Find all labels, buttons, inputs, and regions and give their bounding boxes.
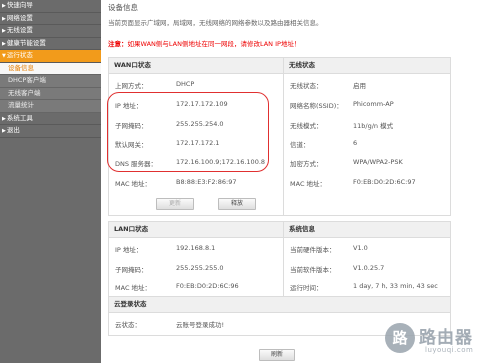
wireless-status-label: 无线状态：	[290, 82, 323, 90]
sidebar-item-label: 健康节能设置	[6, 38, 46, 47]
uptime-value: 1 day, 7 h, 33 min, 43 sec	[353, 282, 438, 290]
hardware-version-value: V1.0	[353, 244, 368, 252]
triangle-down-icon: ▼	[2, 53, 6, 59]
system-panel-title: 系统信息	[284, 222, 450, 238]
lan-subnet-value: 255.255.255.0	[176, 264, 224, 272]
wan-connection-type-label: 上网方式：	[115, 82, 148, 90]
wireless-channel-value: 6	[353, 139, 358, 147]
warning-notice: 注意：如果WAN侧与LAN侧地址在同一网段，请修改LAN IP地址！	[108, 38, 300, 48]
triangle-icon: ▶	[2, 115, 6, 122]
watermark-logo-icon: 路	[385, 323, 415, 353]
wireless-mac-label: MAC 地址：	[290, 180, 327, 188]
wireless-ssid-label: 网络名称(SSID)：	[290, 102, 343, 110]
cloud-status-label: 云状态：	[115, 321, 141, 329]
sidebar-item-label: 无线设置	[6, 26, 33, 34]
wireless-mac-value: F0:EB:D0:2D:6C:97	[353, 178, 416, 186]
software-version-label: 当前软件版本：	[290, 266, 336, 274]
lan-ip-label: IP 地址：	[115, 246, 143, 254]
cloud-panel-title: 云登录状态	[109, 297, 450, 313]
page-description: 当前页面显示广域网，局域网，无线网络的网络参数以及路由器相关信息。	[108, 19, 323, 27]
wireless-status-value: 启用	[353, 82, 366, 90]
sidebar-subitem-wireless-clients[interactable]: 无线客户端	[0, 87, 101, 100]
sidebar-item-status[interactable]: ▼运行状态	[0, 50, 101, 63]
wan-panel-title: WAN口状态	[109, 58, 284, 74]
sidebar-item-label: 系统工具	[6, 113, 33, 122]
system-info-panel: 系统信息 当前硬件版本： V1.0 当前软件版本： V1.0.25.7 运行时间…	[283, 221, 451, 298]
sidebar-item-label: 网络设置	[6, 13, 33, 22]
page-title: 设备信息	[108, 3, 138, 12]
sidebar-subitem-device-info[interactable]: 设备信息	[0, 62, 101, 75]
wireless-encryption-label: 加密方式：	[290, 160, 323, 168]
wireless-ssid-value: Phicomm-AP	[353, 100, 394, 108]
lan-panel-title: LAN口状态	[109, 222, 284, 238]
wan-mac-label: MAC 地址：	[115, 180, 152, 188]
sidebar-item-network[interactable]: ▶网络设置	[0, 13, 101, 25]
triangle-icon: ▶	[2, 3, 6, 9]
sidebar-item-label: 运行状态	[6, 51, 33, 59]
main-content: 设备信息 当前页面显示广域网，局域网，无线网络的网络参数以及路由器相关信息。 注…	[101, 0, 500, 363]
sidebar-item-logout[interactable]: ▶退出	[0, 125, 101, 138]
sidebar-item-label: 退出	[6, 126, 20, 134]
triangle-icon: ▶	[2, 128, 6, 134]
wan-update-button[interactable]: 更新	[156, 198, 194, 210]
watermark-domain: luyouqi.com	[425, 346, 474, 354]
sidebar-item-quick-setup[interactable]: ▶快速向导	[0, 0, 101, 13]
wan-connection-type-value: DHCP	[176, 80, 195, 88]
wireless-mode-value: 11b/g/n 模式	[353, 122, 394, 130]
watermark-name: 路由器	[419, 328, 473, 348]
sidebar-item-wireless[interactable]: ▶无线设置	[0, 25, 101, 38]
triangle-icon: ▶	[2, 28, 6, 34]
cloud-status-value: 云账号登录成功!	[176, 321, 225, 329]
triangle-icon: ▶	[2, 15, 6, 22]
sidebar-item-system-tools[interactable]: ▶系统工具	[0, 113, 101, 125]
wireless-mode-label: 无线模式：	[290, 122, 323, 130]
notice-text: 如果WAN侧与LAN侧地址在同一网段，请修改LAN IP地址！	[127, 40, 301, 48]
lan-mac-value: F0:EB:D0:2D:6C:96	[176, 282, 239, 290]
lan-status-panel: LAN口状态 IP 地址： 192.168.8.1 子网掩码： 255.255.…	[108, 221, 285, 298]
wireless-panel-title: 无线状态	[284, 58, 450, 74]
wan-release-button[interactable]: 释放	[218, 198, 256, 210]
wireless-encryption-value: WPA/WPA2-PSK	[353, 158, 403, 166]
triangle-icon: ▶	[2, 40, 6, 47]
watermark: 路 路由器 luyouqi.com	[385, 323, 497, 361]
uptime-label: 运行时间：	[290, 284, 323, 292]
lan-subnet-label: 子网掩码：	[115, 266, 148, 274]
sidebar-subitem-dhcp-clients[interactable]: DHCP客户端	[0, 75, 101, 88]
sidebar-item-power-saving[interactable]: ▶健康节能设置	[0, 38, 101, 50]
refresh-button[interactable]: 刷新	[259, 349, 295, 361]
wan-mac-value: B8:88:E3:F2:86:97	[176, 178, 237, 186]
lan-ip-value: 192.168.8.1	[176, 244, 216, 252]
sidebar: ▶快速向导 ▶网络设置 ▶无线设置 ▶健康节能设置 ▼运行状态 设备信息 DHC…	[0, 0, 101, 363]
wireless-status-panel: 无线状态 无线状态： 启用 网络名称(SSID)： Phicomm-AP 无线模…	[283, 57, 451, 216]
sidebar-item-label: 快速向导	[6, 1, 33, 9]
hardware-version-label: 当前硬件版本：	[290, 246, 336, 254]
highlight-annotation	[107, 92, 269, 172]
software-version-value: V1.0.25.7	[353, 264, 385, 272]
sidebar-subitem-traffic-stats[interactable]: 流量统计	[0, 100, 101, 113]
wireless-channel-label: 信道：	[290, 141, 310, 149]
lan-mac-label: MAC 地址：	[115, 284, 152, 292]
notice-prefix: 注意：	[108, 40, 128, 48]
